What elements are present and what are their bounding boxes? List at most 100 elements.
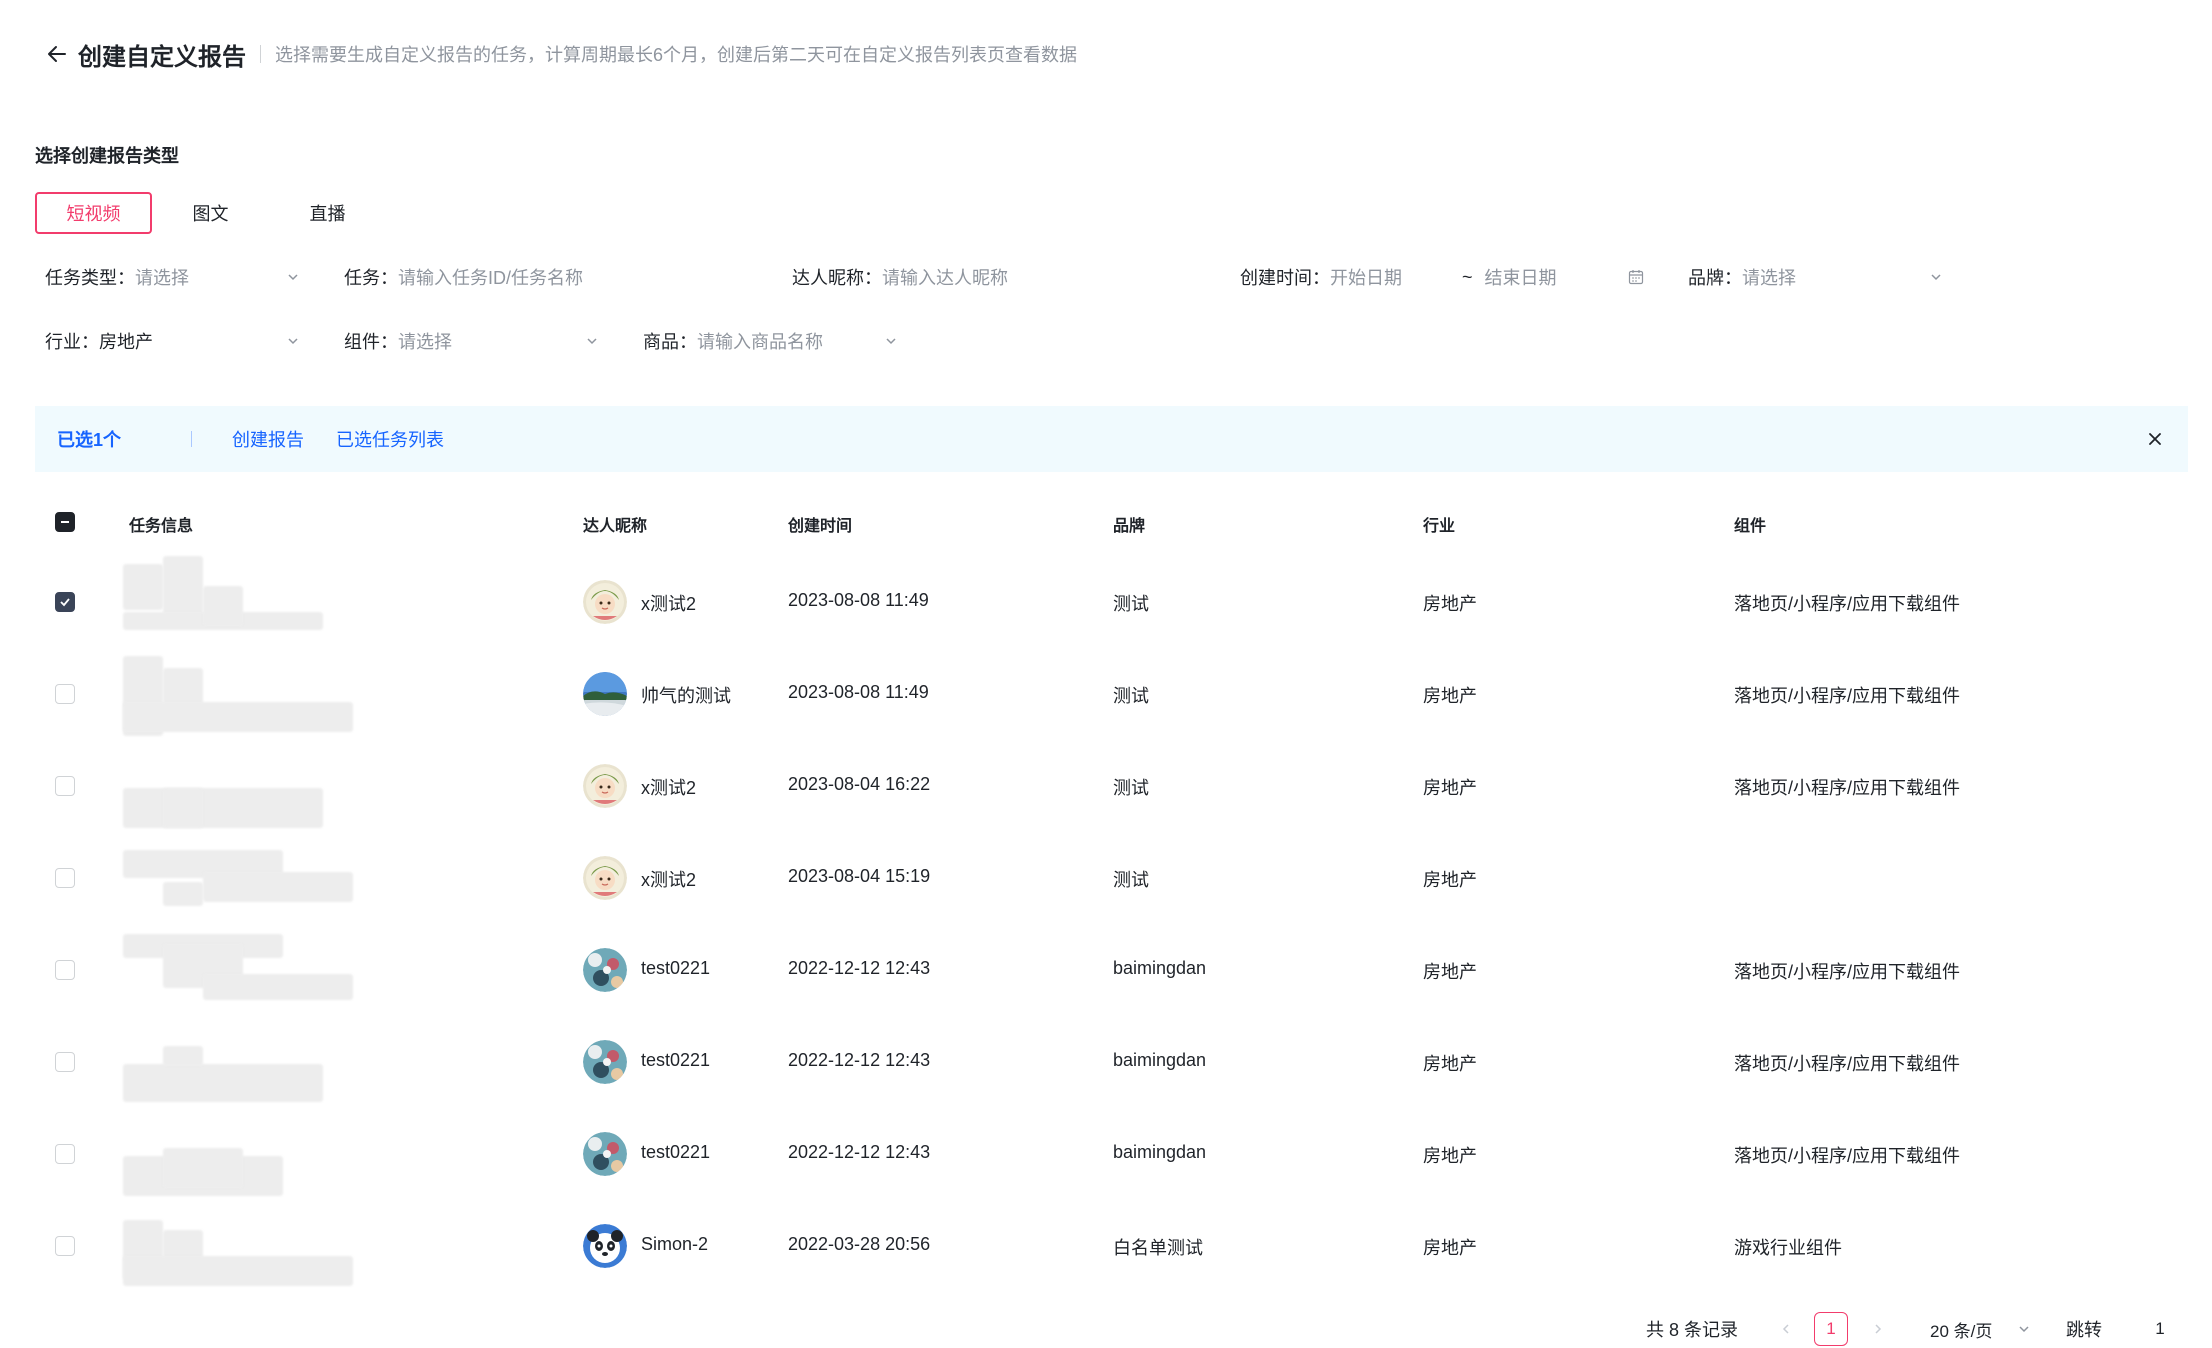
blurred-block [163, 788, 203, 828]
table-row: x测试2 2023-08-08 11:49 测试 房地产 落地页/小程序/应用下载组件 [35, 556, 2188, 648]
task-type-select[interactable]: 任务类型： 请选择 [45, 257, 301, 297]
avatar [583, 1224, 627, 1268]
component-name: 落地页/小程序/应用下载组件 [1734, 1054, 1961, 1074]
selected-tasks-list-button[interactable]: 已选任务列表 [336, 426, 444, 452]
avatar [583, 1040, 627, 1084]
brand-select[interactable]: 品牌： 请选择 [1688, 257, 1948, 297]
creator-input[interactable]: 达人昵称： 请输入达人昵称 [792, 257, 1212, 297]
table-row: 帅气的测试 2023-08-08 11:49 测试 房地产 落地页/小程序/应用下载组件 [35, 648, 2188, 740]
select-all-checkbox[interactable] [55, 512, 75, 532]
table-body: x测试2 2023-08-08 11:49 测试 房地产 落地页/小程序/应用下载组件帅… [35, 556, 2188, 1292]
industry-name: 房地产 [1423, 1146, 1477, 1166]
row-checkbox[interactable] [55, 776, 75, 796]
created-time: 2023-08-04 16:22 [788, 774, 931, 794]
task-input[interactable]: 任务： 请输入任务ID/任务名称 [344, 257, 764, 297]
jump-page-input[interactable]: 1 [2140, 1313, 2180, 1345]
component-name: 落地页/小程序/应用下载组件 [1734, 778, 1961, 798]
end-date-placeholder[interactable]: 结束日期 [1485, 264, 1557, 290]
blurred-block [203, 974, 353, 1000]
table-row: x测试2 2023-08-04 16:22 测试 房地产 落地页/小程序/应用下载组件 [35, 740, 2188, 832]
row-checkbox[interactable] [55, 684, 75, 704]
creator-label: 达人昵称： [792, 268, 882, 288]
page-size-select[interactable]: 20 条/页 [1930, 1313, 1992, 1345]
prev-page-icon[interactable] [1770, 1313, 1802, 1345]
brand-name: baimingdan [1113, 1142, 1207, 1162]
task-type-placeholder: 请选择 [135, 268, 189, 288]
page-header: 创建自定义报告 选择需要生成自定义报告的任务，计算周期最长6个月，创建后第二天可… [44, 34, 1077, 74]
product-select[interactable]: 商品： 请输入商品名称 [643, 321, 899, 361]
row-checkbox[interactable] [55, 592, 75, 612]
col-task-info: 任务信息 [129, 518, 194, 535]
brand-placeholder: 请选择 [1742, 268, 1796, 288]
chevron-down-icon [285, 333, 301, 349]
task-placeholder: 请输入任务ID/任务名称 [398, 268, 584, 288]
industry-name: 房地产 [1423, 962, 1477, 982]
avatar [583, 764, 627, 808]
table-row: x测试2 2023-08-04 15:19 测试 房地产 [35, 832, 2188, 924]
row-checkbox[interactable] [55, 1236, 75, 1256]
product-label: 商品： [643, 332, 697, 352]
row-checkbox[interactable] [55, 868, 75, 888]
created-time: 2023-08-08 11:49 [788, 590, 929, 610]
created-time: 2022-12-12 12:43 [788, 1142, 931, 1162]
industry-name: 房地产 [1423, 686, 1477, 706]
industry-name: 房地产 [1423, 1054, 1477, 1074]
creator-name: x测试2 [641, 870, 697, 890]
avatar [583, 672, 627, 716]
creator-name: x测试2 [641, 594, 697, 614]
component-name: 落地页/小程序/应用下载组件 [1734, 594, 1961, 614]
create-report-button[interactable]: 创建报告 [232, 426, 304, 452]
created-time: 2023-08-08 11:49 [788, 682, 929, 702]
component-label: 组件： [344, 332, 398, 352]
created-time-range[interactable]: 创建时间： 开始日期 ~ 结束日期 [1240, 257, 1650, 297]
tab-short-video[interactable]: 短视频 [35, 192, 152, 234]
table-header: 任务信息 达人昵称 创建时间 品牌 行业 组件 [35, 490, 2188, 556]
table-row: test0221 2022-12-12 12:43 baimingdan 房地产 落地页… [35, 1016, 2188, 1108]
creator-placeholder: 请输入达人昵称 [882, 268, 1008, 288]
page-description: 选择需要生成自定义报告的任务，计算周期最长6个月，创建后第二天可在自定义报告列表… [275, 45, 1078, 65]
brand-label: 品牌： [1688, 268, 1742, 288]
chevron-down-icon [1928, 269, 1944, 285]
start-date-placeholder[interactable]: 开始日期 [1330, 264, 1402, 290]
task-label: 任务： [344, 268, 398, 288]
back-arrow-icon[interactable] [44, 41, 70, 67]
industry-name: 房地产 [1423, 870, 1477, 890]
blurred-block [203, 586, 243, 626]
industry-value: 房地产 [99, 332, 153, 352]
created-time: 2022-12-12 12:43 [788, 958, 931, 978]
next-page-icon[interactable] [1862, 1313, 1894, 1345]
created-time-label: 创建时间： [1240, 268, 1330, 288]
brand-name: 测试 [1113, 870, 1149, 890]
table-row: test0221 2022-12-12 12:43 baimingdan 房地产 落地页… [35, 924, 2188, 1016]
task-table: 任务信息 达人昵称 创建时间 品牌 行业 组件 x测试2 2023-08-08 1… [35, 490, 2188, 1292]
blurred-block [163, 1148, 243, 1188]
industry-select[interactable]: 行业： 房地产 [45, 321, 301, 361]
row-checkbox[interactable] [55, 960, 75, 980]
blurred-block [163, 556, 203, 616]
brand-name: 白名单测试 [1113, 1238, 1203, 1258]
creator-name: 帅气的测试 [641, 686, 731, 706]
avatar [583, 948, 627, 992]
industry-name: 房地产 [1423, 594, 1477, 614]
created-time: 2022-12-12 12:43 [788, 1050, 931, 1070]
tab-live[interactable]: 直播 [269, 192, 386, 234]
page-1-button[interactable]: 1 [1814, 1312, 1848, 1346]
blurred-block [163, 882, 203, 906]
blurred-block [123, 788, 323, 828]
row-checkbox[interactable] [55, 1052, 75, 1072]
task-type-label: 任务类型： [45, 268, 135, 288]
col-brand: 品牌 [1113, 518, 1146, 535]
component-name: 落地页/小程序/应用下载组件 [1734, 1146, 1961, 1166]
tab-image-text[interactable]: 图文 [152, 192, 269, 234]
report-type-tabs: 短视频 图文 直播 [35, 192, 386, 234]
component-name: 落地页/小程序/应用下载组件 [1734, 962, 1961, 982]
component-select[interactable]: 组件： 请选择 [344, 321, 600, 361]
created-time: 2023-08-04 15:19 [788, 866, 931, 886]
brand-name: baimingdan [1113, 1050, 1207, 1070]
industry-label: 行业： [45, 332, 99, 352]
row-checkbox[interactable] [55, 1144, 75, 1164]
industry-name: 房地产 [1423, 1238, 1477, 1258]
creator-name: test0221 [641, 1142, 711, 1162]
selection-bar: 已选1个 创建报告 已选任务列表 [35, 406, 2188, 472]
close-icon[interactable] [2144, 428, 2166, 450]
